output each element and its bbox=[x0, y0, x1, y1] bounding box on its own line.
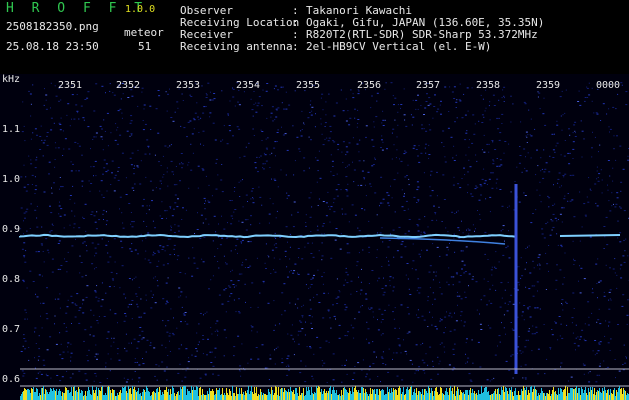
datetime-stamp: 25.08.18 23:50 bbox=[6, 40, 99, 53]
meteor-label: meteor bbox=[124, 26, 164, 39]
time-label-2352: 2352 bbox=[115, 80, 141, 91]
time-label-2353: 2353 bbox=[175, 80, 201, 91]
meteor-count: 51 bbox=[138, 40, 152, 53]
time-label-0000: 0000 bbox=[595, 80, 621, 91]
antenna-key: Receiving antenna bbox=[180, 40, 293, 53]
time-label-2355: 2355 bbox=[295, 80, 321, 91]
time-label-2356: 2356 bbox=[356, 80, 382, 91]
carrier-trace-end bbox=[559, 234, 621, 237]
antenna-value: 2el-HB9CV Vertical (el. E-W) bbox=[306, 40, 492, 53]
waterfall-background bbox=[0, 74, 629, 400]
time-label-2359: 2359 bbox=[535, 80, 561, 91]
file-name: 2508182350.png bbox=[6, 20, 99, 33]
time-label-2358: 2358 bbox=[475, 80, 501, 91]
freq-label-1.0: 1.0 bbox=[2, 174, 21, 185]
freq-label-1.1: 1.1 bbox=[2, 124, 21, 135]
app-version: 1.0.0 bbox=[125, 4, 156, 15]
spectrogram-waterfall bbox=[0, 74, 629, 400]
time-label-2354: 2354 bbox=[235, 80, 261, 91]
time-label-2357: 2357 bbox=[415, 80, 441, 91]
unit-label: kHz bbox=[2, 74, 21, 85]
antenna-colon: : bbox=[292, 40, 299, 53]
freq-label-0.6: 0.6 bbox=[2, 374, 21, 385]
freq-label-0.7: 0.7 bbox=[2, 324, 21, 335]
time-label-2351: 2351 bbox=[57, 80, 83, 91]
freq-label-0.9: 0.9 bbox=[2, 224, 21, 235]
freq-label-0.8: 0.8 bbox=[2, 274, 21, 285]
